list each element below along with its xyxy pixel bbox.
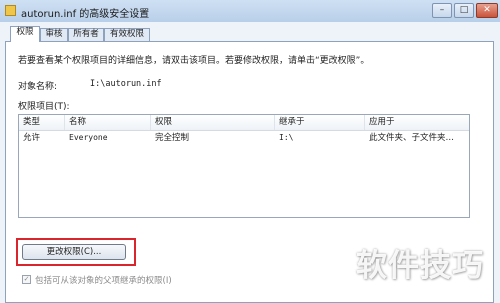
change-permissions-button[interactable]: 更改权限(C)... xyxy=(22,244,126,260)
title-bar: autorun.inf 的高级安全设置 – □ ✕ xyxy=(0,0,500,22)
maximize-button[interactable]: □ xyxy=(454,3,474,18)
watermark-text: 软件技巧 xyxy=(356,248,484,284)
table-row[interactable]: 允许 Everyone 完全控制 I:\ 此文件夹、子文件夹… xyxy=(19,131,469,145)
tab-effective-permissions[interactable]: 有效权限 xyxy=(104,28,150,41)
column-header-inherited-from[interactable]: 继承于 xyxy=(275,115,365,130)
row-type: 允许 xyxy=(23,133,41,143)
folder-icon xyxy=(5,5,16,16)
tab-permissions[interactable]: 权限 xyxy=(10,26,40,42)
include-inheritable-label: 包括可从该对象的父项继承的权限(I) xyxy=(35,276,172,286)
row-permission: 完全控制 xyxy=(155,133,190,143)
row-name: Everyone xyxy=(69,133,108,142)
security-settings-window: autorun.inf 的高级安全设置 – □ ✕ 权限 审核 所有者 有效权限… xyxy=(0,0,500,303)
column-header-applies-to[interactable]: 应用于 xyxy=(365,115,469,130)
instructions-text: 若要查看某个权限项目的详细信息，请双击该项目。若要修改权限，请单击“更改权限”。 xyxy=(18,56,370,66)
permission-entries-list[interactable]: 类型 名称 权限 继承于 应用于 允许 Everyone 完全控制 I:\ 此文… xyxy=(18,114,470,218)
column-header-type[interactable]: 类型 xyxy=(19,115,65,130)
object-name-value: I:\autorun.inf xyxy=(90,79,162,89)
tab-owner[interactable]: 所有者 xyxy=(68,28,104,41)
row-applies-to: 此文件夹、子文件夹… xyxy=(369,133,455,143)
row-inherited-from: I:\ xyxy=(279,133,294,142)
close-button[interactable]: ✕ xyxy=(476,3,498,18)
tab-auditing[interactable]: 审核 xyxy=(40,28,68,41)
include-inheritable-checkbox[interactable]: ✓ xyxy=(22,275,31,284)
column-header-name[interactable]: 名称 xyxy=(65,115,151,130)
permission-entries-label: 权限项目(T): xyxy=(18,102,70,112)
minimize-button[interactable]: – xyxy=(432,3,452,18)
column-header-permission[interactable]: 权限 xyxy=(151,115,275,130)
list-header: 类型 名称 权限 继承于 应用于 xyxy=(19,115,469,131)
window-title: autorun.inf 的高级安全设置 xyxy=(21,9,150,20)
object-name-label: 对象名称: xyxy=(18,82,58,92)
